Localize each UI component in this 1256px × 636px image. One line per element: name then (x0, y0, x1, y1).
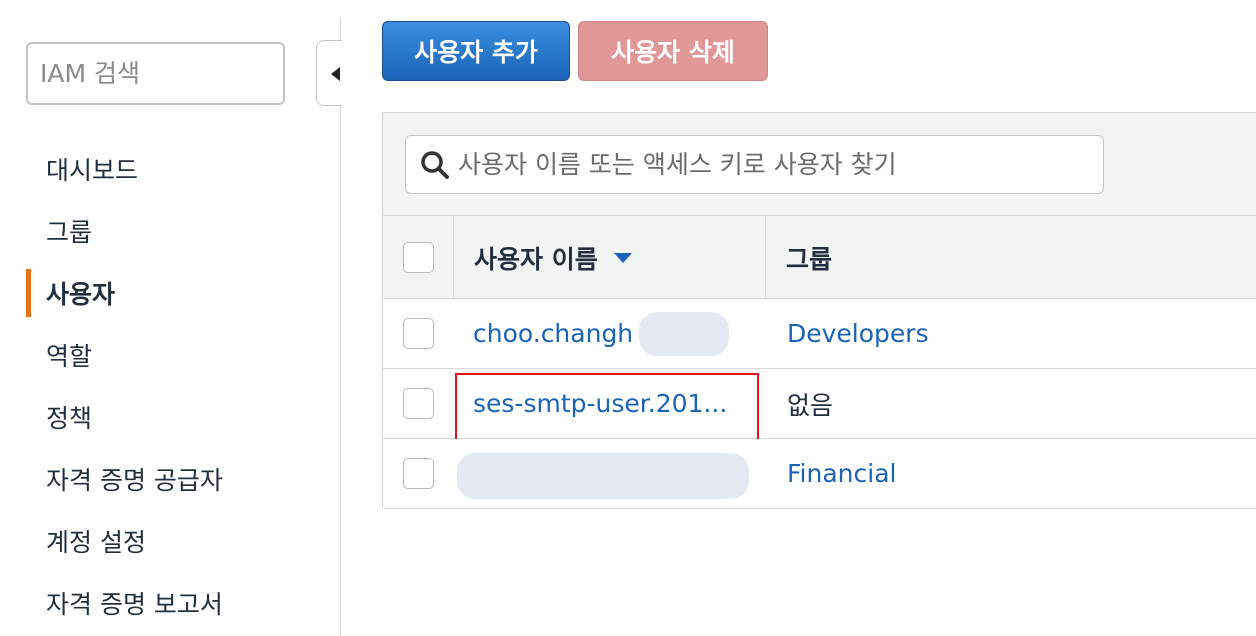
table-row: choo.changh Developers (383, 299, 1256, 369)
row-select-cell (383, 369, 454, 438)
sidebar-item-roles[interactable]: 역할 (26, 324, 326, 386)
column-header-groups-label: 그룹 (786, 244, 833, 274)
sidebar-nav: 대시보드 그룹 사용자 역할 정책 자격 증명 공급자 계정 설정 자격 증명 … (26, 138, 326, 634)
row-checkbox[interactable] (403, 388, 434, 419)
sidebar-item-account-settings[interactable]: 계정 설정 (26, 510, 326, 572)
sidebar-item-identity-providers[interactable]: 자격 증명 공급자 (26, 448, 326, 510)
delete-user-button[interactable]: 사용자 삭제 (578, 21, 768, 81)
group-value: 없음 (787, 390, 834, 420)
table-row: ses-smtp-user.201... 없음 (383, 369, 1256, 441)
iam-search-input[interactable] (28, 44, 283, 103)
sort-descending-icon[interactable] (613, 252, 632, 263)
row-select-cell (383, 299, 454, 368)
group-link[interactable]: Developers (787, 299, 1247, 368)
sidebar-divider (340, 18, 341, 636)
sidebar-collapse-button[interactable] (316, 40, 342, 106)
user-filter-input[interactable] (452, 136, 1103, 193)
sidebar-item-policies[interactable]: 정책 (26, 386, 326, 448)
sidebar-item-users[interactable]: 사용자 (26, 262, 326, 324)
row-checkbox[interactable] (403, 458, 434, 489)
redaction-mark (457, 453, 749, 499)
iam-console: 대시보드 그룹 사용자 역할 정책 자격 증명 공급자 계정 설정 자격 증명 … (0, 0, 1256, 636)
search-icon (421, 150, 449, 179)
row-checkbox[interactable] (403, 318, 434, 349)
select-all-cell (383, 216, 454, 299)
sidebar-item-credential-report[interactable]: 자격 증명 보고서 (26, 572, 326, 634)
column-header-username-label: 사용자 이름 (474, 244, 598, 274)
users-table-panel: 사용자 이름 그룹 choo.changh Developers ses-smt… (382, 112, 1256, 509)
column-header-groups[interactable]: 그룹 (766, 216, 1256, 299)
add-user-button[interactable]: 사용자 추가 (382, 21, 570, 81)
user-filter-field[interactable] (405, 135, 1104, 194)
caret-left-icon (331, 67, 340, 81)
column-header-username[interactable]: 사용자 이름 (454, 216, 766, 299)
filter-bar (383, 113, 1256, 216)
username-link[interactable]: ses-smtp-user.201... (473, 369, 753, 438)
iam-search-field[interactable] (26, 42, 285, 105)
table-row: Financial (383, 439, 1256, 509)
sidebar-item-groups[interactable]: 그룹 (26, 200, 326, 262)
redaction-mark (639, 312, 729, 356)
sidebar-item-dashboard[interactable]: 대시보드 (26, 138, 326, 200)
group-link[interactable]: Financial (787, 439, 1247, 508)
table-header: 사용자 이름 그룹 (383, 216, 1256, 299)
select-all-checkbox[interactable] (402, 242, 434, 273)
row-select-cell (383, 439, 454, 508)
sidebar: 대시보드 그룹 사용자 역할 정책 자격 증명 공급자 계정 설정 자격 증명 … (0, 0, 340, 636)
